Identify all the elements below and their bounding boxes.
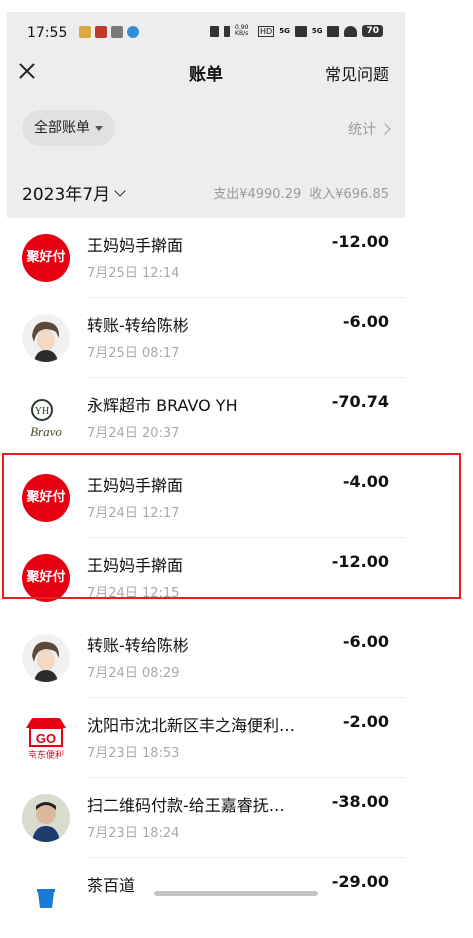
transaction-amount: -38.00 — [331, 792, 389, 811]
merchant-logo-bravo: YH Bravo — [22, 394, 70, 442]
month-picker[interactable]: 2023年7月 — [22, 180, 126, 205]
transaction-title: 王妈妈手擀面 — [87, 236, 184, 255]
hd-icon: HD — [258, 25, 275, 37]
statistics-link[interactable]: 统计 — [348, 119, 391, 139]
transaction-time: 7月23日 18:53 — [87, 746, 180, 761]
battery-icon: 70 — [362, 25, 383, 37]
alarm-icon — [210, 25, 220, 37]
transaction-amount: -12.00 — [331, 232, 389, 251]
caret-down-icon — [95, 125, 103, 131]
transaction-row[interactable]: YH Bravo 永辉超市 BRAVO YH 7月24日 20:37 -70.7… — [7, 378, 405, 458]
transaction-row[interactable]: 转账-转给陈彬 7月24日 08:29 -6.00 — [7, 618, 405, 698]
statistics-label: 统计 — [348, 122, 376, 138]
transaction-row[interactable]: 聚好付 王妈妈手擀面 7月25日 12:14 -12.00 — [7, 218, 405, 298]
status-bar: 17:55 0.90 KB/s HD 5G 5G 70 — [7, 12, 405, 52]
home-indicator[interactable] — [154, 891, 318, 896]
transaction-title: 沈阳市沈北新区丰之海便利… — [87, 716, 296, 735]
person-avatar — [22, 314, 70, 362]
transaction-amount: -2.00 — [342, 712, 389, 731]
net-speed: 0.90 KB/s — [235, 24, 249, 37]
merchant-logo-jhf: 聚好付 — [22, 234, 70, 282]
chevron-right-icon — [379, 123, 391, 135]
transaction-time: 7月25日 12:14 — [87, 266, 180, 281]
transaction-row[interactable]: 扫二维码付款-给王嘉睿抚… 7月23日 18:24 -38.00 — [7, 778, 405, 858]
svg-text:京东便利: 京东便利 — [28, 749, 64, 761]
status-app-icons — [79, 26, 139, 38]
status-time: 17:55 — [27, 25, 68, 41]
transaction-row[interactable]: 茶百道 -29.00 — [7, 858, 405, 938]
transaction-time: 7月25日 08:17 — [87, 346, 180, 361]
month-totals: 支出¥4990.29 收入¥696.85 — [213, 183, 389, 202]
transaction-time: 7月24日 20:37 — [87, 426, 180, 441]
transaction-amount: -29.00 — [331, 872, 389, 891]
transaction-title: 转账-转给陈彬 — [87, 636, 189, 655]
app-notification-icon — [95, 26, 107, 38]
person-avatar — [22, 634, 70, 682]
transaction-amount: -70.74 — [331, 392, 389, 411]
bluetooth-icon — [224, 25, 231, 37]
transaction-row[interactable]: GO 京东便利 沈阳市沈北新区丰之海便利… 7月23日 18:53 -2.00 — [7, 698, 405, 778]
photo-avatar — [22, 794, 70, 842]
month-summary-row: 2023年7月 支出¥4990.29 收入¥696.85 — [7, 163, 405, 218]
transaction-time: 7月23日 18:24 — [87, 826, 180, 841]
transaction-time: 7月24日 08:29 — [87, 666, 180, 681]
income-total: 收入¥696.85 — [309, 187, 389, 202]
signal-5g-label-2: 5G — [311, 27, 323, 35]
signal-icon — [294, 25, 307, 37]
month-label: 2023年7月 — [22, 185, 111, 205]
cup-icon — [22, 874, 70, 922]
svg-text:Bravo: Bravo — [30, 424, 62, 439]
transaction-amount: -6.00 — [342, 632, 389, 651]
transaction-title: 扫二维码付款-给王嘉睿抚… — [87, 796, 285, 815]
transaction-title: 茶百道 — [87, 876, 136, 895]
svg-text:YH: YH — [35, 406, 49, 417]
app-notification-icon — [79, 26, 91, 38]
telegram-icon — [127, 26, 139, 38]
faq-link[interactable]: 常见问题 — [325, 61, 389, 85]
navigation-bar: 账单 常见问题 — [7, 52, 405, 92]
translate-icon — [111, 26, 123, 38]
expense-total: 支出¥4990.29 — [213, 187, 302, 202]
wifi-icon — [344, 25, 358, 37]
bill-filter-dropdown[interactable]: 全部账单 — [22, 110, 115, 146]
system-icons: 0.90 KB/s HD 5G 5G 70 — [210, 25, 383, 37]
chevron-down-icon — [114, 184, 126, 197]
transaction-row[interactable]: 转账-转给陈彬 7月25日 08:17 -6.00 — [7, 298, 405, 378]
signal-5g-label-1: 5G — [279, 27, 290, 35]
signal-icon — [327, 25, 340, 37]
highlight-box — [2, 453, 461, 599]
bill-filter-label: 全部账单 — [34, 120, 90, 136]
transaction-amount: -6.00 — [342, 312, 389, 331]
svg-text:GO: GO — [36, 731, 56, 746]
merchant-logo-jd: GO 京东便利 — [22, 714, 70, 762]
transaction-title: 永辉超市 BRAVO YH — [87, 396, 238, 415]
transaction-title: 转账-转给陈彬 — [87, 316, 189, 335]
